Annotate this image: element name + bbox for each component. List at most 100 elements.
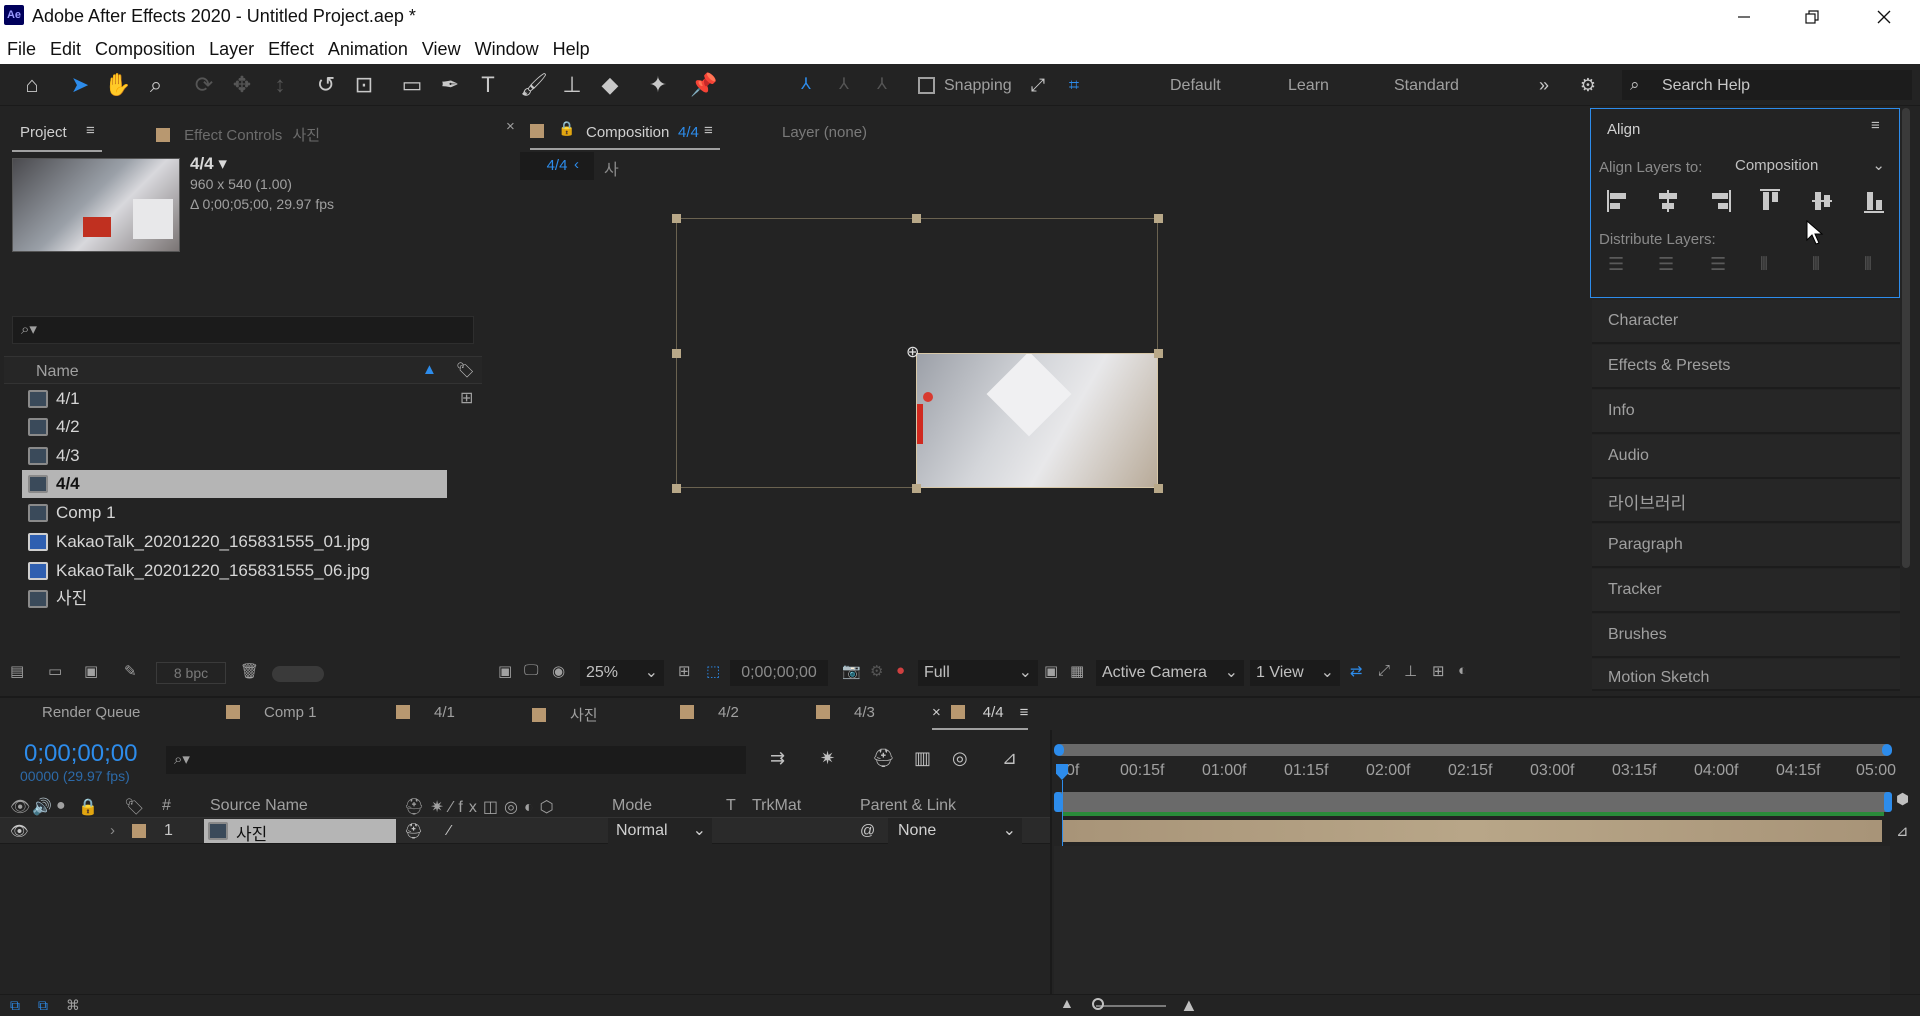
lock-icon[interactable]: 🔒	[558, 120, 575, 137]
transfer-controls-icon[interactable]: ⧉	[38, 997, 48, 1014]
project-tab[interactable]: Project ≡	[12, 116, 102, 152]
zoom-tool-icon[interactable]: ⌕	[142, 72, 170, 98]
handle-tl[interactable]	[672, 214, 681, 223]
list-item[interactable]: Comp 1	[22, 499, 447, 527]
orbit-camera-icon[interactable]: ⟳	[190, 72, 218, 98]
rectangle-tool-icon[interactable]: ▭	[398, 72, 426, 98]
solo-icon[interactable]: ●	[56, 797, 66, 815]
layer-switches-icon[interactable]: ⧉	[10, 997, 20, 1014]
grid-icon[interactable]: ⊞	[678, 662, 691, 680]
pen-tool-icon[interactable]: ✒	[436, 72, 464, 98]
axis-world-icon[interactable]: ⅄	[830, 72, 858, 98]
transparency-grid-icon[interactable]: ▦	[1070, 662, 1084, 680]
effects-presets-panel[interactable]: Effects & Presets	[1592, 345, 1900, 389]
column-name-label[interactable]: Name	[36, 363, 79, 381]
tracker-panel[interactable]: Tracker	[1592, 569, 1900, 613]
list-item[interactable]: 4/3	[22, 442, 447, 470]
time-nav-start-handle[interactable]	[1054, 792, 1062, 812]
dolly-camera-icon[interactable]: ↕	[266, 72, 294, 98]
flowchart-icon[interactable]: ⊞	[1432, 662, 1445, 680]
audio-panel[interactable]: Audio	[1592, 435, 1900, 479]
current-time-display[interactable]: 0;00;00;00	[24, 740, 137, 768]
interpret-footage-icon[interactable]: ▤	[10, 662, 24, 680]
pickwhip-icon[interactable]: @	[860, 822, 875, 839]
layer-tab[interactable]: Layer (none)	[782, 124, 867, 141]
zoom-dropdown[interactable]: 25% ⌄	[580, 660, 664, 686]
roto-brush-icon[interactable]: ✦	[644, 72, 672, 98]
pan-behind-icon[interactable]: ⊡	[350, 72, 378, 98]
distribute-bottom-icon[interactable]: ☰	[1710, 254, 1726, 275]
layer-duration-bar[interactable]	[1062, 820, 1882, 842]
list-item[interactable]: KakaoTalk_20201220_165831555_06.jpg	[22, 557, 447, 585]
handle-br[interactable]	[1154, 484, 1163, 493]
sort-ascending-icon[interactable]: ▲	[422, 361, 437, 378]
zoom-slider[interactable]	[1096, 1005, 1166, 1007]
type-tool-icon[interactable]: T	[474, 72, 502, 98]
draft-3d-icon[interactable]: ✷	[820, 748, 835, 769]
time-nav-end-handle[interactable]	[1884, 792, 1892, 812]
menu-animation[interactable]: Animation	[328, 39, 408, 59]
workspace-settings-icon[interactable]: ⚙	[1574, 72, 1602, 98]
handle-bm[interactable]	[912, 484, 921, 493]
comp-marker-bin-icon[interactable]: ⬢	[1896, 790, 1909, 808]
restore-icon[interactable]	[1796, 0, 1828, 34]
pin-icon[interactable]: ⊿	[1896, 822, 1909, 840]
comp-mini-flowchart-icon[interactable]: ⇉	[770, 748, 785, 769]
distribute-vcenter-icon[interactable]: ☰	[1658, 254, 1674, 275]
puppet-pin-icon[interactable]: 📌	[690, 72, 718, 98]
tab-4-3[interactable]: 4/3	[816, 704, 875, 721]
list-item[interactable]: 사진	[22, 585, 447, 613]
eraser-tool-icon[interactable]: ◆	[596, 72, 624, 98]
right-scrollbar[interactable]	[1902, 108, 1910, 568]
frame-blending-icon[interactable]: ▥	[914, 748, 931, 769]
layer-image[interactable]	[916, 353, 1158, 488]
home-icon[interactable]: ⌂	[18, 72, 46, 98]
target-region-icon[interactable]: ▣	[1044, 662, 1058, 680]
workspace-default[interactable]: Default	[1170, 77, 1221, 95]
eye-icon[interactable]: 👁	[10, 822, 29, 840]
timecode-field[interactable]: 0;00;00;00	[730, 660, 828, 686]
label-tag-icon[interactable]: 🏷	[124, 797, 144, 817]
flowchart-icon[interactable]: ⊞	[460, 388, 473, 408]
clone-stamp-icon[interactable]: ⊥	[558, 72, 586, 98]
tab-4-4[interactable]: × 4/4 ≡	[932, 704, 1029, 730]
menu-effect[interactable]: Effect	[268, 39, 314, 59]
shy-switch-icon[interactable]: ⛑	[404, 822, 423, 840]
views-dropdown[interactable]: 1 View ⌄	[1250, 660, 1340, 686]
toggle-pixel-icon[interactable]: ⇄	[1350, 662, 1363, 680]
align-top-icon[interactable]	[1758, 188, 1782, 214]
hand-tool-icon[interactable]: ✋	[104, 72, 132, 98]
motion-sketch-panel[interactable]: Motion Sketch	[1592, 659, 1900, 691]
more-workspaces-icon[interactable]: »	[1530, 72, 1558, 98]
bpc-button[interactable]: 8 bpc	[156, 662, 226, 684]
menu-view[interactable]: View	[422, 39, 461, 59]
distribute-top-icon[interactable]: ☰	[1608, 254, 1624, 275]
zoom-out-icon[interactable]: ▲	[1060, 995, 1074, 1011]
label-color-swatch[interactable]	[132, 824, 146, 838]
handle-bl[interactable]	[672, 484, 681, 493]
effect-controls-tab[interactable]: Effect Controls 사진	[156, 124, 320, 145]
menu-help[interactable]: Help	[553, 39, 590, 59]
thumbnail-slider[interactable]	[272, 666, 324, 682]
new-comp-icon[interactable]: ▣	[84, 662, 98, 680]
settings-icon[interactable]: ✎	[124, 662, 137, 680]
rotate-tool-icon[interactable]: ↺	[312, 72, 340, 98]
layer-name-cell[interactable]: 사진	[204, 819, 396, 844]
axis-local-icon[interactable]: ⅄	[792, 72, 820, 98]
tab-4-2[interactable]: 4/2	[680, 704, 739, 721]
in-out-icon[interactable]: ⌘	[66, 997, 80, 1014]
color-channels-icon[interactable]: ●	[896, 662, 905, 679]
project-search-input[interactable]: ⌕▾	[12, 316, 474, 344]
distribute-left-icon[interactable]: ⦀	[1760, 254, 1768, 275]
handle-mr[interactable]	[1154, 349, 1163, 358]
panel-menu-icon[interactable]: ≡	[1871, 117, 1880, 134]
distribute-right-icon[interactable]: ⦀	[1864, 254, 1872, 275]
list-item[interactable]: KakaoTalk_20201220_165831555_01.jpg	[22, 528, 447, 556]
selected-item-name[interactable]: 4/4 ▾	[190, 154, 227, 174]
mode-dropdown[interactable]: Normal ⌄	[608, 818, 712, 844]
menu-composition[interactable]: Composition	[95, 39, 195, 59]
snapping-checkbox[interactable]	[918, 77, 935, 94]
tab-render-queue[interactable]: Render Queue	[42, 704, 140, 721]
zoom-slider-knob[interactable]	[1092, 998, 1104, 1010]
parent-dropdown[interactable]: None ⌄	[888, 818, 1022, 844]
